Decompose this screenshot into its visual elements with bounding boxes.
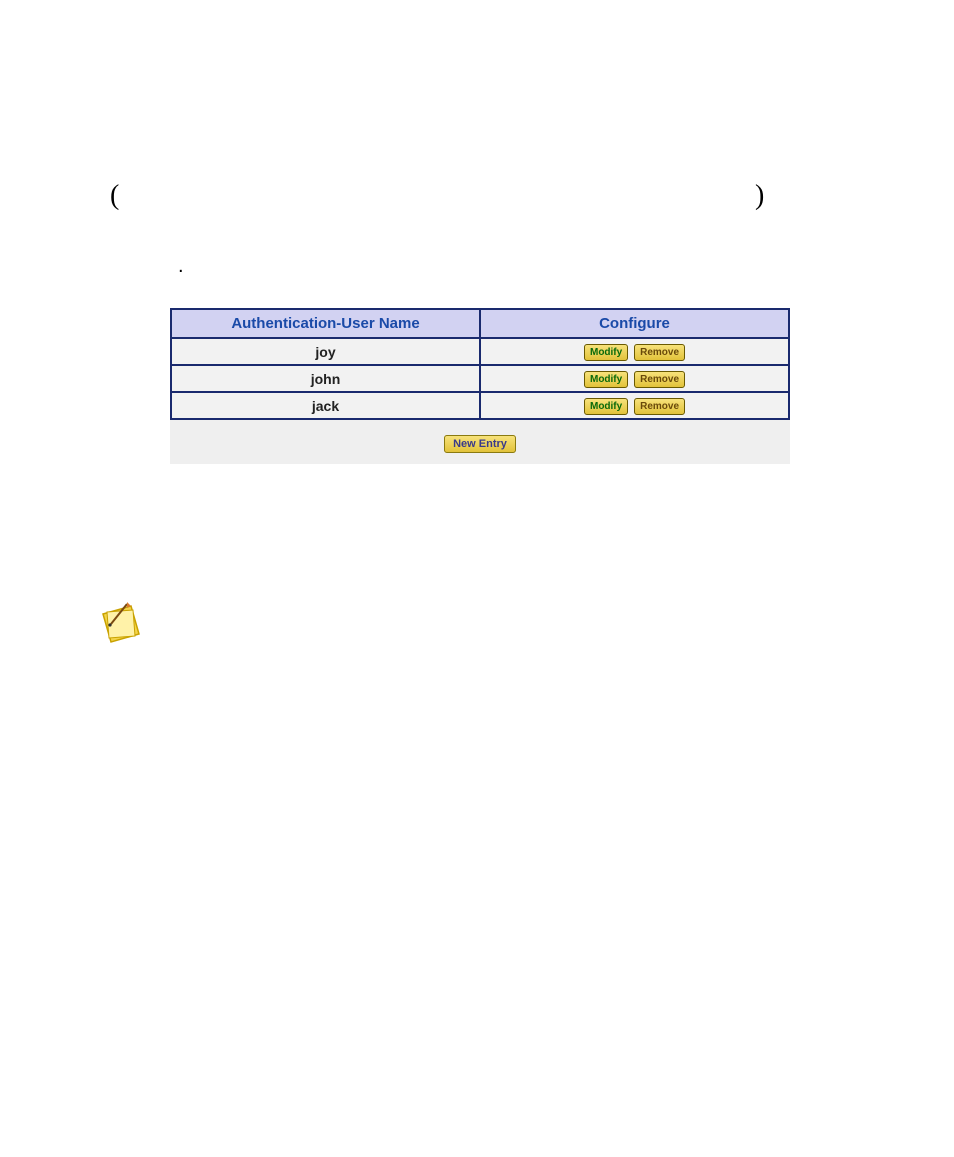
note-icon	[97, 600, 145, 648]
new-entry-button[interactable]: New Entry	[444, 435, 516, 453]
table-footer: New Entry	[170, 420, 790, 464]
cell-configure: Modify Remove	[480, 338, 789, 365]
dot-mark: .	[178, 255, 184, 278]
remove-button[interactable]: Remove	[634, 398, 685, 415]
remove-button[interactable]: Remove	[634, 344, 685, 361]
modify-button[interactable]: Modify	[584, 371, 628, 388]
modify-button[interactable]: Modify	[584, 398, 628, 415]
table-row: john Modify Remove	[171, 365, 789, 392]
col-header-user: Authentication-User Name	[171, 309, 480, 338]
auth-user-table: Authentication-User Name Configure joy M…	[170, 308, 790, 420]
remove-button[interactable]: Remove	[634, 371, 685, 388]
paren-left: (	[110, 180, 119, 212]
table-row: joy Modify Remove	[171, 338, 789, 365]
table-row: jack Modify Remove	[171, 392, 789, 419]
paren-right: )	[755, 180, 764, 212]
auth-user-panel: Authentication-User Name Configure joy M…	[170, 308, 790, 464]
col-header-configure: Configure	[480, 309, 789, 338]
modify-button[interactable]: Modify	[584, 344, 628, 361]
cell-configure: Modify Remove	[480, 392, 789, 419]
cell-username: john	[171, 365, 480, 392]
cell-username: joy	[171, 338, 480, 365]
cell-configure: Modify Remove	[480, 365, 789, 392]
cell-username: jack	[171, 392, 480, 419]
